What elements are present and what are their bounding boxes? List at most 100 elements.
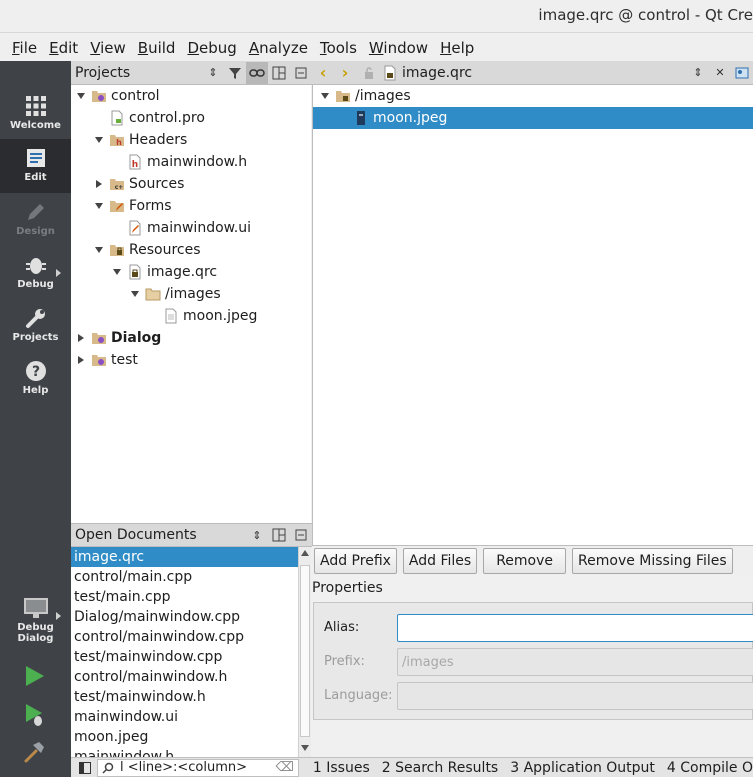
menu-view[interactable]: View [84, 39, 132, 57]
filter-icon[interactable] [224, 62, 246, 84]
language-label: Language: [324, 688, 393, 703]
menu-analyze[interactable]: Analyze [243, 39, 314, 57]
menu-window[interactable]: Window [363, 39, 434, 57]
view-switch-icon[interactable]: ⇕ [202, 62, 224, 84]
close-document-icon[interactable]: ✕ [709, 62, 731, 84]
scroll-up-icon[interactable] [301, 550, 309, 556]
tree-item-project-control[interactable]: control [75, 85, 160, 107]
tree-item-images-prefix[interactable]: /images [129, 283, 221, 305]
mode-debug[interactable]: Debug [0, 246, 71, 298]
open-documents-list[interactable]: image.qrc control/main.cpp test/main.cpp… [71, 547, 298, 757]
tree-item-control-pro[interactable]: control.pro [109, 107, 205, 129]
scroll-down-icon[interactable] [301, 745, 309, 751]
hammer-icon[interactable] [23, 741, 45, 763]
open-document-item[interactable]: control/mainwindow.h [71, 667, 298, 687]
output-pane-search-results[interactable]: 2 Search Results [382, 760, 498, 776]
menu-file[interactable]: File [6, 39, 43, 57]
menu-debug[interactable]: Debug [181, 39, 242, 57]
mode-welcome[interactable]: Welcome [0, 87, 71, 139]
tree-item-project-dialog[interactable]: Dialog [75, 327, 161, 349]
open-document-item[interactable]: control/main.cpp [71, 567, 298, 587]
back-arrow-icon[interactable]: ‹ [312, 63, 334, 82]
collapse-arrow-icon[interactable] [75, 90, 87, 102]
status-bar: l <line>:<column> ⌫ 1 Issues 2 Search Re… [71, 757, 753, 777]
collapse-arrow-icon[interactable] [129, 288, 141, 300]
expand-arrow-icon[interactable] [75, 332, 87, 344]
project-folder-icon [92, 91, 106, 102]
tree-item-image-qrc[interactable]: image.qrc [111, 261, 217, 283]
document-switch-icon[interactable]: ⇕ [687, 62, 709, 84]
project-folder-icon [92, 333, 106, 344]
expand-arrow-icon[interactable] [75, 354, 87, 366]
expand-arrow-icon[interactable] [93, 178, 105, 190]
clear-icon[interactable]: ⌫ [276, 760, 294, 775]
menu-tools[interactable]: Tools [314, 39, 363, 57]
menu-edit[interactable]: Edit [43, 39, 84, 57]
split-icon[interactable] [268, 62, 290, 84]
run-icon[interactable] [23, 665, 45, 687]
tree-item-project-test[interactable]: test [75, 349, 138, 371]
output-pane-issues[interactable]: 1 Issues [313, 760, 370, 776]
open-document-item[interactable]: Dialog/mainwindow.cpp [71, 607, 298, 627]
tree-item-forms[interactable]: Forms [93, 195, 172, 217]
tree-item-headers[interactable]: h Headers [93, 129, 187, 151]
menu-help[interactable]: Help [434, 39, 480, 57]
menu-build[interactable]: Build [132, 39, 182, 57]
debug-run-icon[interactable] [23, 703, 45, 727]
close-pane-icon[interactable] [290, 524, 312, 546]
open-document-item[interactable]: control/mainwindow.cpp [71, 627, 298, 647]
close-pane-icon[interactable] [290, 62, 312, 84]
language-field[interactable] [397, 682, 753, 710]
link-icon[interactable] [246, 61, 268, 84]
tree-item-mainwindow-ui[interactable]: mainwindow.ui [127, 217, 251, 239]
remove-missing-files-button[interactable]: Remove Missing Files [572, 547, 733, 574]
alias-field[interactable] [397, 614, 753, 642]
resource-file-moon-jpeg[interactable]: moon.jpeg [313, 107, 753, 129]
tree-item-mainwindow-h[interactable]: h mainwindow.h [127, 151, 247, 173]
add-prefix-button[interactable]: Add Prefix [314, 547, 397, 574]
kit-selector[interactable]: Debug [0, 589, 71, 641]
add-files-button[interactable]: Add Files [402, 547, 478, 574]
collapse-arrow-icon[interactable] [93, 134, 105, 146]
remove-button[interactable]: Remove [483, 547, 567, 574]
resource-tree[interactable]: /images moon.jpeg [312, 85, 753, 545]
qrc-file-icon [384, 65, 396, 80]
split-editor-icon[interactable] [731, 62, 753, 84]
view-switch-icon[interactable]: ⇕ [246, 524, 268, 546]
pro-file-icon [111, 110, 123, 126]
mode-projects[interactable]: Projects [0, 299, 71, 351]
collapse-arrow-icon[interactable] [111, 266, 123, 278]
output-pane-application-output[interactable]: 3 Application Output [510, 760, 655, 776]
tree-item-label: moon.jpeg [183, 308, 258, 324]
tree-item-resources[interactable]: Resources [93, 239, 201, 261]
prefix-field[interactable] [397, 648, 753, 676]
scrollbar-thumb[interactable] [300, 565, 310, 737]
text-file-icon [165, 308, 177, 324]
open-document-item[interactable]: moon.jpeg [71, 727, 298, 747]
mode-help[interactable]: ? Help [0, 352, 71, 404]
projects-pane-title: Projects [75, 64, 131, 81]
project-tree[interactable]: control control.pro h Headers h mainwind… [71, 85, 311, 523]
kit-mode-label: Debug [17, 622, 54, 633]
split-icon[interactable] [268, 524, 290, 546]
output-pane-compile-output[interactable]: 4 Compile O [667, 760, 753, 776]
open-document-item[interactable]: mainwindow.h [71, 747, 298, 757]
open-document-item[interactable]: test/mainwindow.cpp [71, 647, 298, 667]
open-documents-scrollbar[interactable] [298, 547, 311, 757]
toggle-sidebar-icon[interactable] [79, 762, 91, 774]
open-document-item[interactable]: test/main.cpp [71, 587, 298, 607]
forward-arrow-icon[interactable]: › [334, 63, 356, 82]
collapse-arrow-icon[interactable] [93, 244, 105, 256]
resource-prefix-images[interactable]: /images [319, 85, 411, 107]
collapse-arrow-icon[interactable] [319, 90, 331, 102]
tree-item-sources[interactable]: c+ Sources [93, 173, 184, 195]
mode-edit[interactable]: Edit [0, 139, 71, 193]
open-document-item[interactable]: mainwindow.ui [71, 707, 298, 727]
open-document-item[interactable]: test/mainwindow.h [71, 687, 298, 707]
tree-item-moon-jpeg[interactable]: moon.jpeg [163, 305, 257, 327]
collapse-arrow-icon[interactable] [93, 200, 105, 212]
open-document-item[interactable]: image.qrc [71, 547, 298, 567]
locator-input[interactable]: l <line>:<column> ⌫ [97, 758, 299, 777]
current-file-name[interactable]: image.qrc [402, 65, 687, 81]
mode-design[interactable]: Design [0, 193, 71, 245]
